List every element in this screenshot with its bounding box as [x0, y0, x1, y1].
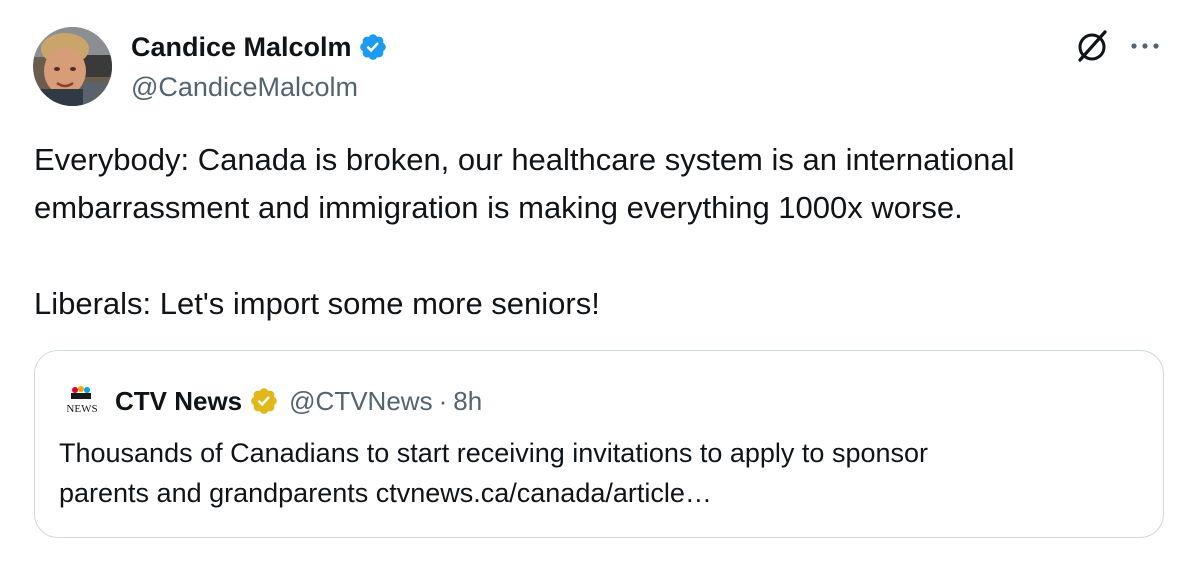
verified-badge-gold-icon[interactable] [249, 386, 279, 416]
tweet-text: Everybody: Canada is broken, our healthc… [34, 136, 1164, 328]
svg-text:NEWS: NEWS [66, 403, 97, 415]
quoted-tweet-header: NEWS CTV News @CTVNews · 8h [59, 383, 482, 419]
separator-dot: · [438, 385, 448, 416]
verified-badge-icon[interactable] [358, 32, 388, 62]
quoted-tweet-card[interactable]: NEWS CTV News @CTVNews · 8h Thousands of… [34, 350, 1164, 538]
quoted-timestamp[interactable]: 8h [453, 386, 482, 417]
tweet-text-line: embarrassment and immigration is making … [34, 190, 963, 225]
grok-icon[interactable] [1072, 26, 1112, 66]
quoted-text-line: Thousands of Canadians to start receivin… [59, 438, 928, 468]
tweet: Candice Malcolm @CandiceMalcolm Everybod… [0, 0, 1194, 580]
tweet-text-line: Everybody: Canada is broken, our healthc… [34, 142, 1015, 177]
author-handle[interactable]: @CandiceMalcolm [131, 70, 358, 104]
author-avatar[interactable] [33, 27, 112, 106]
tweet-text-line: Liberals: Let's import some more seniors… [34, 286, 600, 321]
more-options-icon[interactable] [1128, 32, 1162, 60]
ctv-news-logo-icon[interactable]: NEWS [59, 384, 105, 418]
quoted-text-line: parents and grandparents ctvnews.ca/cana… [59, 478, 712, 508]
quoted-display-name[interactable]: CTV News [115, 386, 242, 417]
quoted-handle[interactable]: @CTVNews [289, 386, 432, 417]
author-name-row: Candice Malcolm [131, 30, 388, 64]
author-display-name[interactable]: Candice Malcolm [131, 30, 352, 64]
quoted-tweet-text: Thousands of Canadians to start receivin… [59, 433, 1139, 513]
